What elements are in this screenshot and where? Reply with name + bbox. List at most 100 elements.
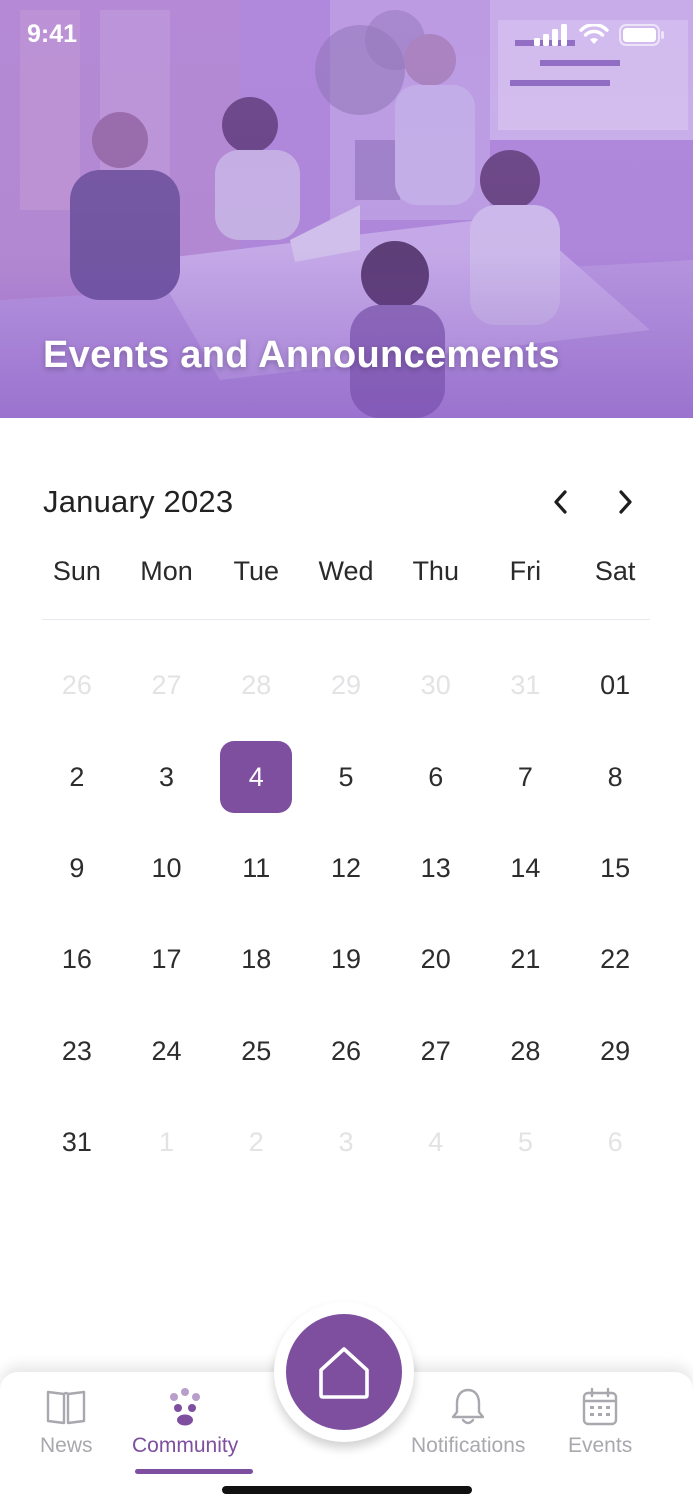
calendar-day[interactable]: 5 <box>481 1097 571 1188</box>
calendar-day[interactable]: 30 <box>391 640 481 731</box>
chevron-left-icon <box>554 490 567 514</box>
home-icon <box>319 1347 369 1399</box>
calendar-day[interactable]: 27 <box>391 1006 481 1097</box>
calendar-day-number: 9 <box>69 852 85 883</box>
calendar-day-number: 13 <box>420 852 451 883</box>
tab-community-label: Community <box>132 1434 239 1457</box>
weekday-header-row: Sun Mon Tue Wed Thu Fri Sat <box>32 556 660 587</box>
page-title: Events and Announcements <box>43 334 560 376</box>
calendar-day-number: 6 <box>607 1127 623 1158</box>
calendar-day-number: 24 <box>151 1035 182 1066</box>
calendar-day[interactable]: 21 <box>481 914 571 1005</box>
calendar-day[interactable]: 01 <box>570 640 660 731</box>
calendar-day-number: 12 <box>330 852 361 883</box>
calendar-day[interactable]: 2 <box>211 1097 301 1188</box>
calendar-day-selected[interactable]: 4 <box>211 731 301 822</box>
status-bar: 9:41 <box>0 0 693 70</box>
calendar-day[interactable]: 11 <box>211 823 301 914</box>
calendar-day[interactable]: 26 <box>301 1006 391 1097</box>
active-tab-indicator <box>135 1469 253 1474</box>
calendar-day[interactable]: 3 <box>301 1097 391 1188</box>
weekday-label: Thu <box>412 556 459 586</box>
calendar-day-number: 3 <box>338 1127 354 1158</box>
calendar-header: January 2023 <box>43 478 650 528</box>
calendar-day[interactable]: 24 <box>122 1006 212 1097</box>
calendar-day[interactable]: 15 <box>570 823 660 914</box>
home-button[interactable] <box>286 1314 402 1430</box>
calendar-day-number: 17 <box>151 944 182 975</box>
calendar-day[interactable]: 28 <box>211 640 301 731</box>
calendar-day[interactable]: 1 <box>122 1097 212 1188</box>
calendar-day-number: 25 <box>241 1035 272 1066</box>
calendar-day[interactable]: 9 <box>32 823 122 914</box>
calendar-day-number: 1 <box>159 1127 175 1158</box>
calendar-day-number: 4 <box>220 741 293 814</box>
calendar-day[interactable]: 2 <box>32 731 122 822</box>
status-time: 9:41 <box>27 20 78 48</box>
calendar-day-number: 5 <box>517 1127 533 1158</box>
chevron-right-icon <box>619 490 632 514</box>
calendar-day[interactable]: 6 <box>391 731 481 822</box>
calendar-day[interactable]: 7 <box>481 731 571 822</box>
calendar-day-number: 4 <box>428 1127 444 1158</box>
calendar-day-number: 5 <box>338 761 354 792</box>
weekday-label: Fri <box>509 556 542 586</box>
calendar-icon <box>579 1386 621 1428</box>
calendar-day[interactable]: 29 <box>301 640 391 731</box>
calendar-day-number: 14 <box>510 852 541 883</box>
calendar-day[interactable]: 28 <box>481 1006 571 1097</box>
calendar-day-grid: 26 27 28 29 30 31 01 2 3 4 5 6 7 8 9 10 11 12 13 14 15 16 17 18… <box>32 640 660 1188</box>
calendar-day-number: 01 <box>600 670 631 701</box>
tab-notifications-label: Notifications <box>411 1434 526 1457</box>
calendar-day-number: 10 <box>151 852 182 883</box>
calendar-divider <box>42 619 650 620</box>
community-icon <box>164 1386 206 1428</box>
calendar-day[interactable]: 12 <box>301 823 391 914</box>
previous-month-button[interactable] <box>541 482 581 522</box>
cellular-signal-icon <box>534 24 567 46</box>
calendar-day[interactable]: 31 <box>481 640 571 731</box>
calendar-day-number: 15 <box>600 852 631 883</box>
tab-notifications[interactable]: Notifications <box>411 1386 525 1458</box>
calendar-day[interactable]: 18 <box>211 914 301 1005</box>
calendar-day[interactable]: 13 <box>391 823 481 914</box>
calendar-day-number: 26 <box>330 1035 361 1066</box>
calendar-day-number: 26 <box>61 670 92 701</box>
hero-banner: 9:41 Events and Announcements <box>0 0 693 418</box>
calendar-day[interactable]: 8 <box>570 731 660 822</box>
calendar-day[interactable]: 22 <box>570 914 660 1005</box>
tab-news[interactable]: News <box>40 1386 93 1458</box>
calendar-day-number: 7 <box>517 761 533 792</box>
calendar-day[interactable]: 23 <box>32 1006 122 1097</box>
calendar-day[interactable]: 6 <box>570 1097 660 1188</box>
tab-news-label: News <box>40 1434 93 1457</box>
calendar-day[interactable]: 19 <box>301 914 391 1005</box>
calendar-day[interactable]: 25 <box>211 1006 301 1097</box>
calendar-day[interactable]: 3 <box>122 731 212 822</box>
next-month-button[interactable] <box>605 482 645 522</box>
calendar-day[interactable]: 31 <box>32 1097 122 1188</box>
tab-events-label: Events <box>568 1434 633 1457</box>
calendar-day-number: 19 <box>330 944 361 975</box>
weekday-label: Tue <box>233 556 280 586</box>
calendar-day-number: 27 <box>151 670 182 701</box>
calendar-day-number: 31 <box>61 1127 92 1158</box>
weekday-label: Mon <box>140 556 193 586</box>
calendar-day[interactable]: 26 <box>32 640 122 731</box>
calendar-day-number: 20 <box>420 944 451 975</box>
tab-events[interactable]: Events <box>568 1386 632 1458</box>
weekday-label: Sun <box>52 556 101 586</box>
calendar-day-number: 16 <box>61 944 92 975</box>
calendar-day[interactable]: 10 <box>122 823 212 914</box>
calendar-day[interactable]: 14 <box>481 823 571 914</box>
calendar-day[interactable]: 17 <box>122 914 212 1005</box>
tab-community[interactable]: Community <box>132 1386 238 1458</box>
calendar-day[interactable]: 5 <box>301 731 391 822</box>
calendar-day[interactable]: 29 <box>570 1006 660 1097</box>
calendar-day[interactable]: 27 <box>122 640 212 731</box>
calendar-day[interactable]: 4 <box>391 1097 481 1188</box>
calendar-day[interactable]: 16 <box>32 914 122 1005</box>
calendar-day-number: 30 <box>420 670 451 701</box>
calendar-day-number: 2 <box>69 761 85 792</box>
calendar-day[interactable]: 20 <box>391 914 481 1005</box>
